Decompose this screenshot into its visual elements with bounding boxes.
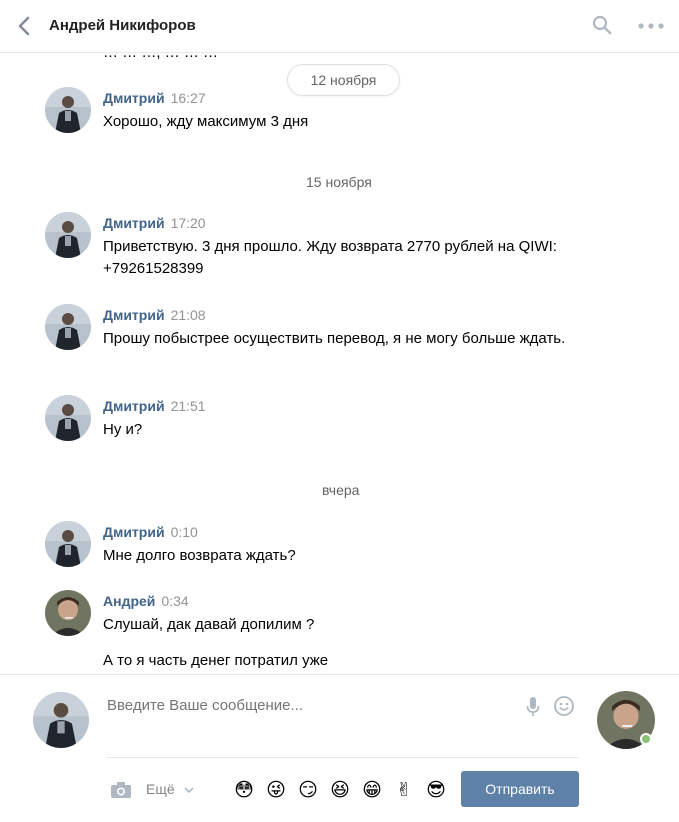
- avatar[interactable]: [45, 304, 91, 350]
- chevron-left-icon[interactable]: [14, 14, 36, 38]
- chat-header: Андрей Никифоров: [0, 0, 679, 53]
- avatar[interactable]: [45, 395, 91, 441]
- message-author[interactable]: Дмитрий 16:27: [103, 90, 206, 106]
- message-text: А то я часть денег потратил уже: [103, 652, 329, 669]
- message-text: Приветствую. 3 дня прошло. Жду возврата …: [103, 238, 557, 277]
- message-text: Ну и?: [103, 421, 143, 438]
- emoji-smirk-icon[interactable]: 😏: [297, 779, 319, 801]
- message-history[interactable]: … … …, … … … 12 ноября Дмитрий16:27 Хоро…: [0, 53, 679, 674]
- message-time: 21:51: [170, 398, 206, 414]
- search-icon[interactable]: [592, 15, 612, 35]
- date-separator: 15 ноября: [306, 174, 372, 190]
- message-time: 0:10: [170, 524, 198, 540]
- more-horizontal-icon[interactable]: [637, 16, 665, 36]
- message-input[interactable]: [107, 697, 507, 714]
- chevron-down-icon[interactable]: [184, 786, 194, 794]
- message-time: 21:08: [170, 307, 206, 323]
- emoji-victory-hand-icon[interactable]: ✌: [393, 779, 415, 801]
- message-text: Слушай, дак давай допилим ?: [103, 616, 315, 633]
- message-author[interactable]: Дмитрий 21:51: [103, 398, 206, 414]
- message-time: 16:27: [170, 90, 206, 106]
- my-avatar[interactable]: [33, 692, 89, 748]
- message-time: 0:34: [161, 593, 189, 609]
- message-text: Хорошо, жду максимум 3 дня: [103, 113, 309, 130]
- avatar[interactable]: [45, 590, 91, 636]
- camera-icon[interactable]: [110, 781, 132, 799]
- message-time: 17:20: [170, 215, 206, 231]
- emoji-flushed-icon[interactable]: 😳: [233, 779, 255, 801]
- message-text: Мне долго возврата ждать?: [103, 547, 296, 564]
- microphone-icon[interactable]: [526, 696, 540, 718]
- avatar[interactable]: [45, 87, 91, 133]
- composer-divider: [107, 757, 579, 758]
- emoji-grin-icon[interactable]: 😁: [361, 779, 383, 801]
- more-attachments-link[interactable]: Ещё: [146, 781, 175, 797]
- message-author[interactable]: Дмитрий 17:20: [103, 215, 206, 231]
- date-separator: вчера: [322, 482, 360, 498]
- date-separator: 12 ноября: [287, 64, 400, 96]
- message-author[interactable]: Дмитрий 0:10: [103, 524, 198, 540]
- clipped-message-text: … … …, … … …: [103, 53, 218, 61]
- chat-title[interactable]: Андрей Никифоров: [49, 17, 196, 34]
- message-author[interactable]: Дмитрий 21:08: [103, 307, 206, 323]
- message-author[interactable]: Андрей 0:34: [103, 593, 189, 609]
- avatar[interactable]: [45, 521, 91, 567]
- emoji-picker-icon[interactable]: [553, 695, 575, 717]
- avatar[interactable]: [45, 212, 91, 258]
- message-text: Прошу побыстрее осуществить перевод, я н…: [103, 330, 566, 347]
- message-composer: Ещё 😳 😜 😏 😆 😁 ✌ 😎 Отправить: [0, 674, 679, 822]
- emoji-sunglasses-icon[interactable]: 😎: [425, 779, 447, 801]
- emoji-wink-tongue-icon[interactable]: 😜: [265, 779, 287, 801]
- emoji-laughing-icon[interactable]: 😆: [329, 779, 351, 801]
- send-button[interactable]: Отправить: [461, 771, 579, 807]
- online-indicator: [640, 733, 652, 745]
